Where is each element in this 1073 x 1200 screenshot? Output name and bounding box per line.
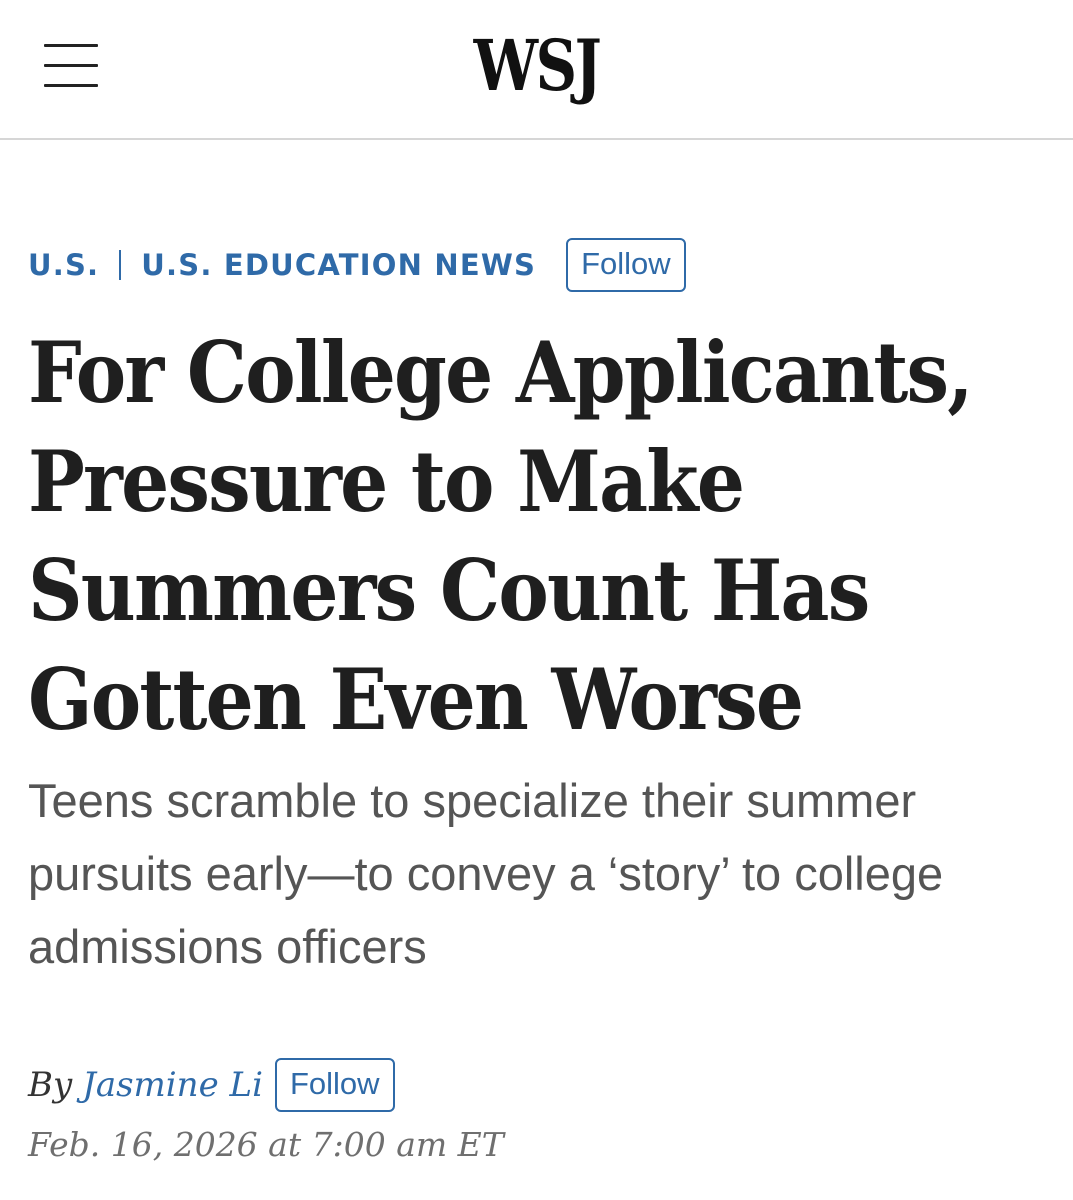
menu-line — [44, 84, 98, 87]
headline-line: Pressure to Make — [28, 432, 745, 531]
section-link-us-education-news[interactable]: U.S. EDUCATION NEWS — [141, 248, 536, 282]
section-breadcrumb: U.S. U.S. EDUCATION NEWS Follow — [28, 238, 686, 292]
publish-timestamp: Feb. 16, 2026 at 7:00 am ET — [28, 1125, 504, 1164]
section-link-us[interactable]: U.S. — [28, 248, 99, 282]
wsj-logo[interactable]: WSJ — [97, 26, 977, 106]
menu-line — [44, 64, 98, 67]
byline: By Jasmine Li Follow — [28, 1058, 395, 1112]
follow-section-button[interactable]: Follow — [566, 238, 686, 292]
section-divider — [119, 250, 122, 280]
follow-author-button[interactable]: Follow — [274, 1058, 395, 1112]
top-navigation-bar: WSJ — [0, 0, 1073, 140]
menu-line — [44, 44, 98, 47]
article-headline: For College Applicants, Pressure to Make… — [28, 318, 1045, 754]
hamburger-menu-icon[interactable] — [42, 42, 100, 90]
headline-line: Gotten Even Worse — [28, 650, 804, 749]
article-dek: Teens scramble to specialize their summe… — [28, 774, 944, 973]
author-link[interactable]: Jasmine Li — [82, 1065, 263, 1105]
headline-line: For College Applicants, — [28, 323, 974, 422]
byline-prefix: By — [28, 1065, 73, 1105]
headline-line: Summers Count Has — [28, 541, 870, 640]
